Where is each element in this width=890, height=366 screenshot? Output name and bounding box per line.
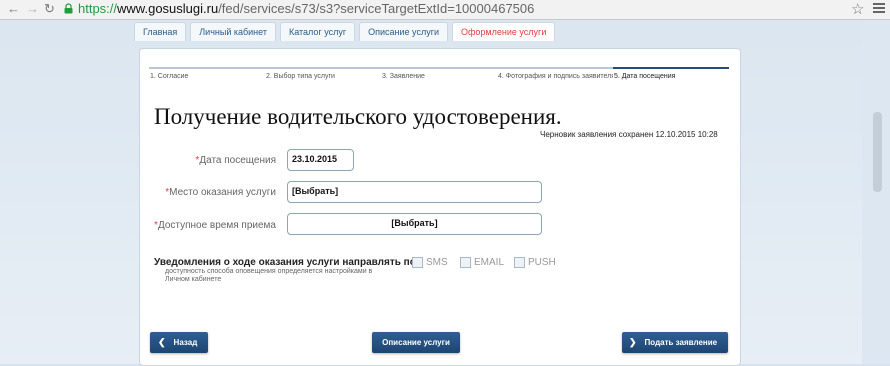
top-tabs: Главная Личный кабинет Каталог услуг Опи… [134, 22, 559, 42]
service-place-select[interactable]: [Выбрать] [287, 181, 542, 203]
step-visit-date: 5. Дата посещения [613, 67, 729, 81]
browser-toolbar: ← → ↻ https://www.gosuslugi.ru/fed/servi… [0, 0, 890, 20]
visit-date-input[interactable]: 23.10.2015 [287, 149, 354, 171]
step-consent: 1. Согласие [149, 67, 265, 81]
lock-icon [64, 3, 73, 14]
tab-services-catalog[interactable]: Каталог услуг [279, 22, 356, 41]
available-time-select[interactable]: [Выбрать] [287, 213, 542, 235]
available-time-label: *Доступное время приема [154, 220, 276, 231]
reload-icon[interactable]: ↻ [44, 1, 55, 17]
page-title: Получение водительского удостоверения. [154, 104, 562, 129]
chevron-right-icon: ❯ [629, 337, 637, 347]
url-host: www.gosuslugi.ru [117, 1, 219, 16]
step-photo-signature: 4. Фотография и подпись заявителя [497, 67, 613, 81]
step-application: 3. Заявление [381, 67, 497, 81]
tab-home[interactable]: Главная [134, 22, 187, 41]
address-bar[interactable]: https://www.gosuslugi.ru/fed/services/s7… [78, 1, 534, 17]
sms-checkbox[interactable] [412, 257, 423, 268]
right-gutter [862, 20, 890, 364]
draft-status: Черновик заявления сохранен 12.10.2015 1… [540, 130, 718, 139]
visit-date-label: *Дата посещения [195, 155, 276, 166]
push-label: PUSH [528, 257, 556, 268]
notifications-label: Уведомления о ходе оказания услуги напра… [154, 257, 420, 268]
back-button[interactable]: ❮ Назад [150, 332, 208, 353]
push-checkbox[interactable] [514, 257, 525, 268]
email-checkbox[interactable] [460, 257, 471, 268]
submit-application-button[interactable]: ❯ Подать заявление [622, 332, 728, 353]
menu-icon[interactable] [873, 3, 885, 15]
back-arrow-icon[interactable]: ← [7, 1, 20, 17]
url-scheme: https:// [78, 1, 118, 16]
star-icon[interactable]: ☆ [851, 0, 864, 18]
chevron-left-icon: ❮ [158, 337, 166, 347]
scrollbar[interactable] [873, 112, 882, 192]
sms-label: SMS [426, 257, 448, 268]
url-path: /fed/services/s73/s3?serviceTargetExtId=… [218, 1, 535, 16]
email-label: EMAIL [474, 257, 505, 268]
tab-personal-account[interactable]: Личный кабинет [190, 22, 276, 41]
step-service-type: 2. Выбор типа услуги [265, 67, 381, 81]
service-place-label: *Место оказания услуги [165, 187, 276, 198]
forward-arrow-icon[interactable]: → [26, 1, 39, 17]
wizard-steps: 1. Согласие 2. Выбор типа услуги 3. Заяв… [149, 67, 729, 81]
notifications-note: доступность способа оповещения определяе… [165, 268, 373, 283]
tab-service-description[interactable]: Описание услуги [359, 22, 449, 41]
service-description-button[interactable]: Описание услуги [372, 332, 460, 353]
main-card [139, 48, 741, 366]
tab-service-application[interactable]: Оформление услуги [452, 22, 556, 41]
